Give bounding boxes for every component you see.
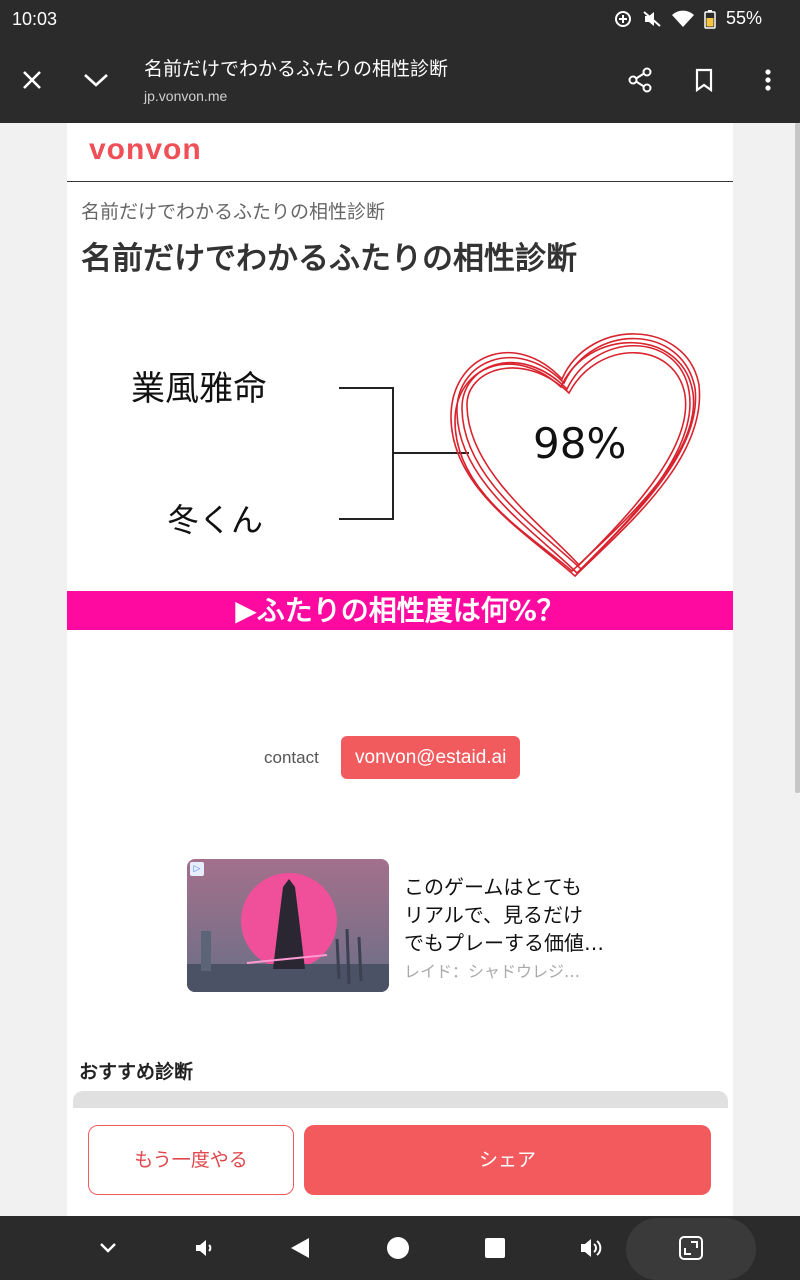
volume-up-icon[interactable] [572,1228,612,1268]
chevron-down-icon[interactable] [74,58,118,102]
recents-icon[interactable] [475,1228,515,1268]
retry-button[interactable]: もう一度やる [88,1125,294,1195]
data-saver-icon [614,10,631,27]
ad-choices-icon[interactable]: ▷ [190,862,204,876]
result-name-2: 冬くん [167,501,264,539]
recommend-heading: おすすめ診断 [79,1061,194,1083]
action-bar: もう一度やる シェア [67,1108,733,1216]
page-subtitle: 名前だけでわかるふたりの相性診断 [81,201,386,223]
navigation-bar [0,1216,800,1280]
share-icon[interactable] [618,58,662,102]
status-time: 10:03 [12,9,58,29]
result-banner: ▶ふたりの相性度は何%？ [67,591,733,630]
battery-percent: 55% [725,8,762,28]
toolbar-url: jp.vonvon.me [144,88,228,104]
ad-title-line: でもプレーする価値… [404,931,604,955]
contact-label: contact [264,748,319,767]
hide-nav-icon[interactable] [88,1228,128,1268]
toolbar-title: 名前だけでわかるふたりの相性診断 [144,58,449,80]
close-icon[interactable] [10,58,54,102]
ad-title-line: リアルで、見るだけ [404,903,583,927]
result-image [339,333,701,578]
page-title: 名前だけでわかるふたりの相性診断 [81,241,577,277]
wifi-icon [671,10,694,27]
vonvon-logo[interactable]: vonvon [89,133,202,167]
custom-tab-toolbar: 名前だけでわかるふたりの相性診断 jp.vonvon.me [0,38,800,123]
status-bar: 10:03 55% [0,0,800,38]
page-scrollbar[interactable] [795,123,800,793]
ad-title[interactable]: このゲームはとても リアルで、見るだけ でもプレーする価値… [404,873,624,957]
bracket-lines [339,387,469,520]
home-icon[interactable] [378,1228,418,1268]
more-menu-icon[interactable] [746,58,790,102]
ad-title-line: このゲームはとても [404,875,582,899]
result-name-1: 業風雅命 [131,369,267,409]
ad-image[interactable]: ▷ [187,859,389,992]
share-button[interactable]: シェア [304,1125,711,1195]
bookmark-icon[interactable] [682,58,726,102]
screen-resize-icon[interactable] [671,1228,711,1268]
contact-email-link[interactable]: vonvon@estaid.ai [341,736,521,779]
result-percent: 98% [533,419,627,468]
volume-down-icon[interactable] [184,1228,224,1268]
battery-icon [704,9,716,29]
mute-icon [643,10,661,27]
header-divider [67,181,733,182]
status-icons: 55% [614,8,762,29]
web-page: vonvon 名前だけでわかるふたりの相性診断 名前だけでわかるふたりの相性診断… [67,123,733,1216]
ad-source: レイド：シャドウレジ… [404,962,581,981]
back-icon[interactable] [280,1228,320,1268]
